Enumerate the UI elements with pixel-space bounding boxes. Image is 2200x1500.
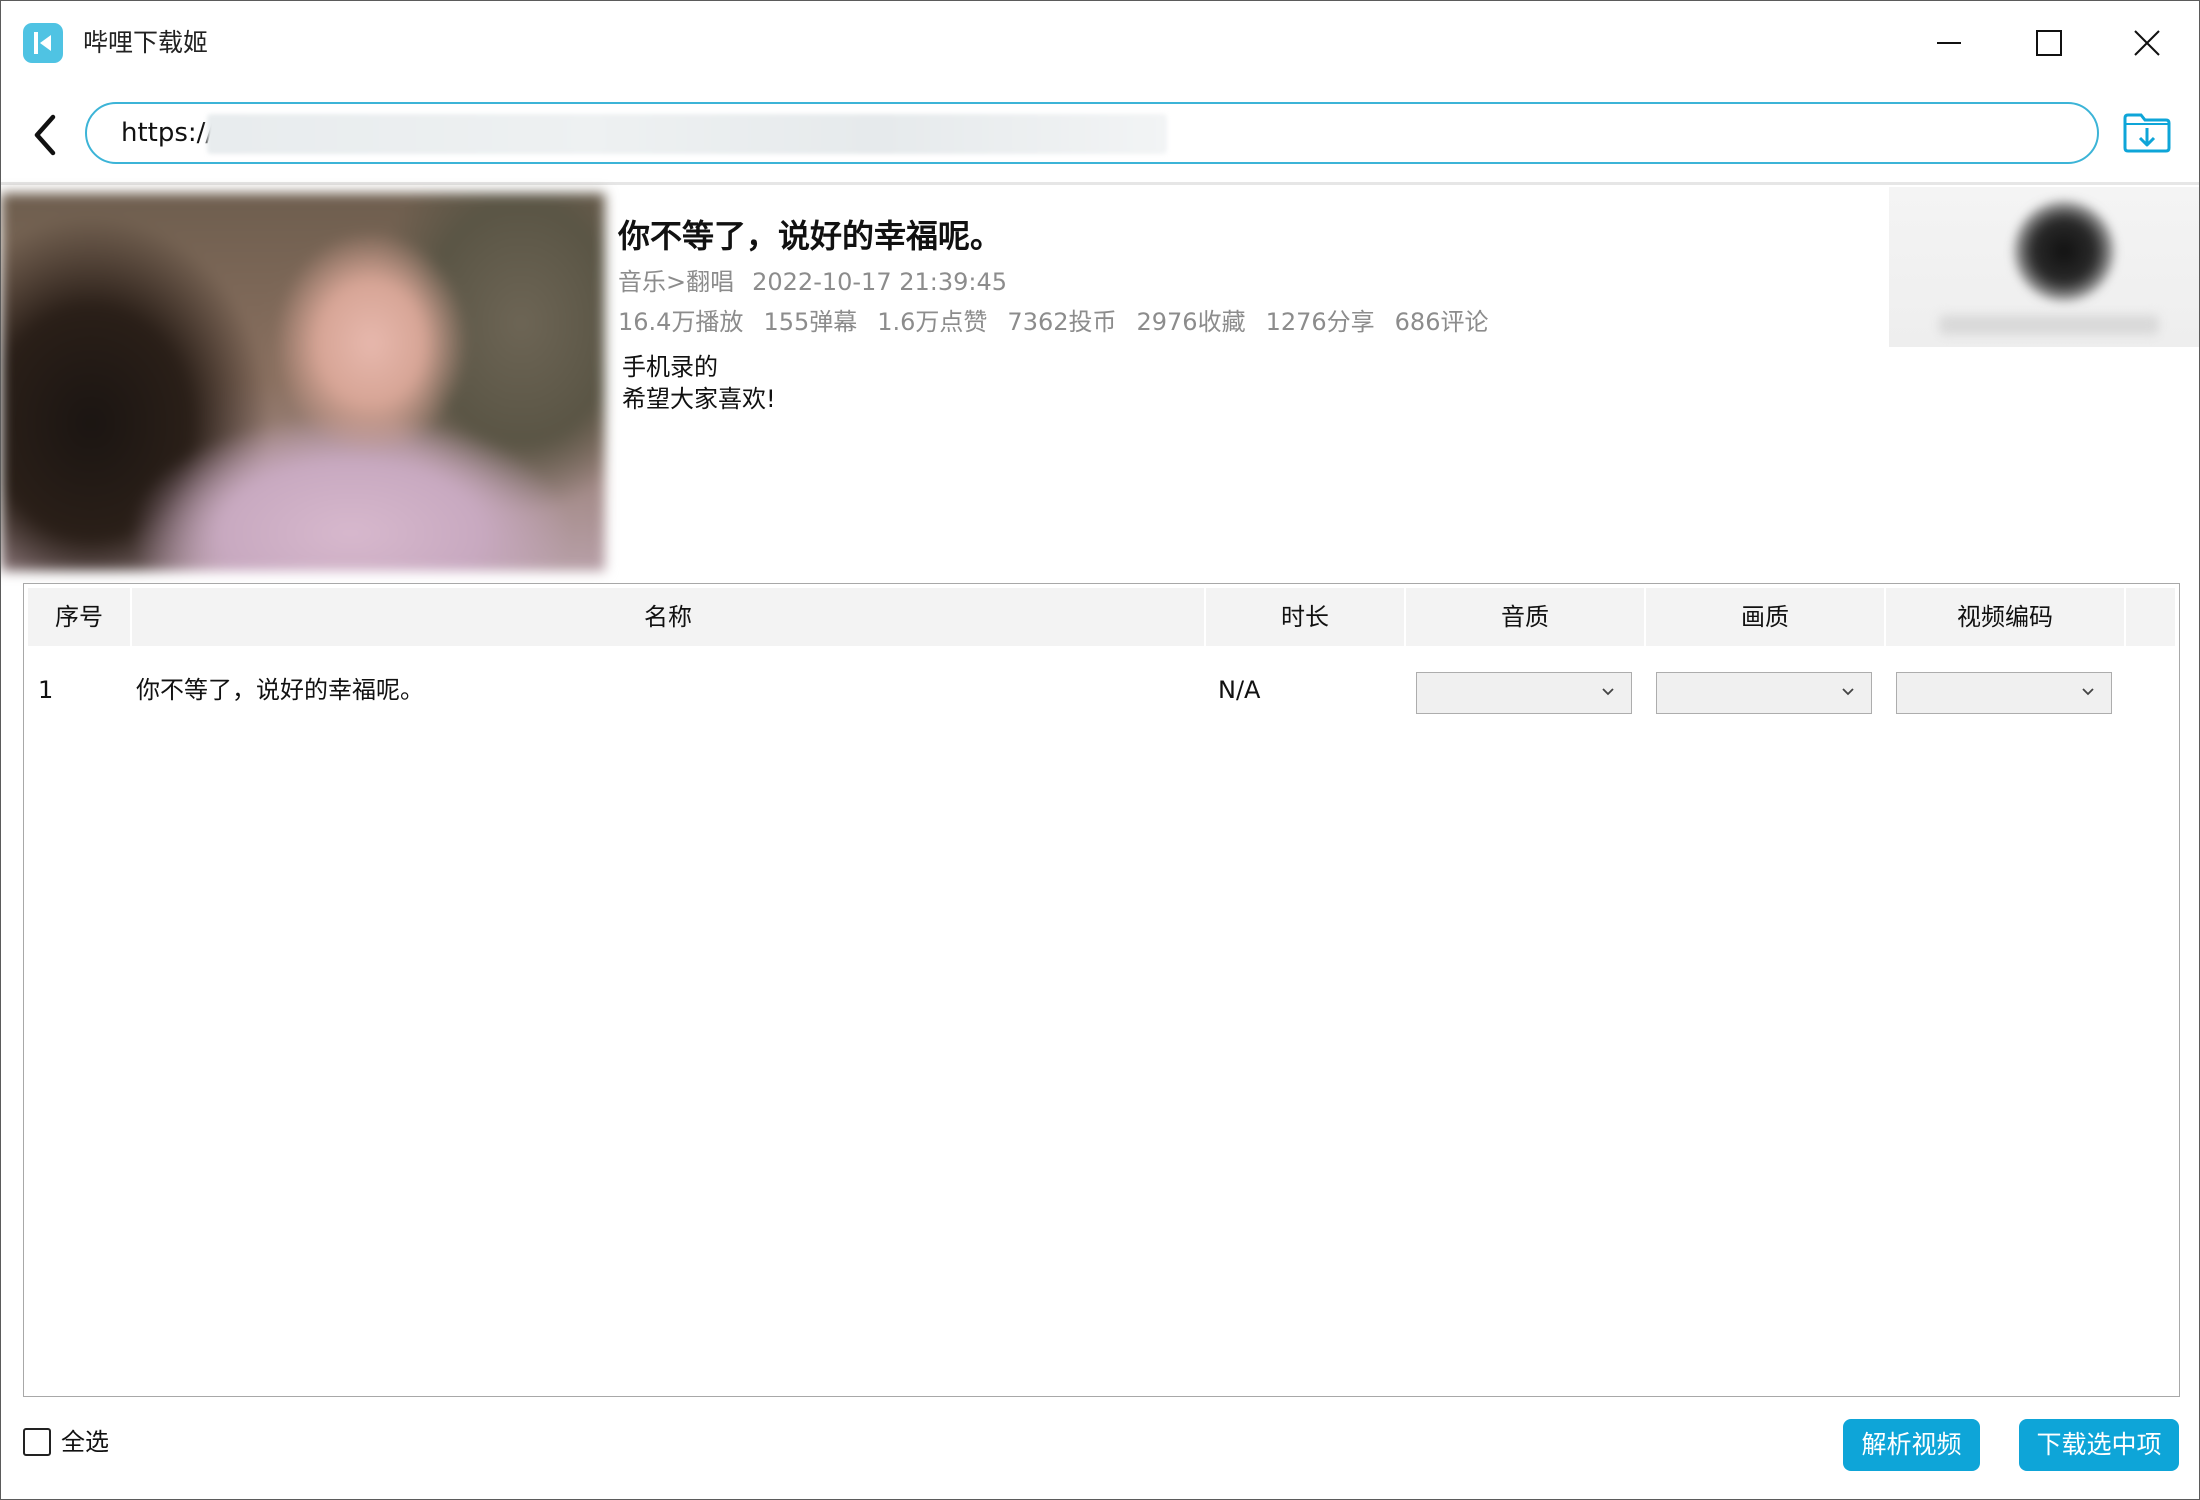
column-header-video-quality[interactable]: 画质 — [1646, 588, 1884, 646]
close-button[interactable] — [2117, 19, 2177, 67]
chevron-down-icon — [1842, 688, 1854, 696]
avatar[interactable] — [2014, 201, 2114, 301]
minimize-icon — [1937, 42, 1961, 44]
column-header-name[interactable]: 名称 — [132, 588, 1204, 646]
video-publish-time: 2022-10-17 21:39:45 — [752, 268, 1008, 296]
close-icon — [2134, 30, 2160, 56]
url-input[interactable]: https:// — [85, 102, 2099, 164]
back-button[interactable] — [25, 111, 65, 159]
select-all-label[interactable]: 全选 — [61, 1425, 109, 1459]
column-header-index[interactable]: 序号 — [28, 588, 130, 646]
column-divider[interactable] — [2124, 588, 2126, 646]
download-folder-button[interactable] — [2121, 108, 2173, 156]
header-divider — [1, 182, 2199, 185]
video-stats: 16.4万播放 155弹幕 1.6万点赞 7362投币 2976收藏 1276分享 686评… — [618, 305, 1508, 339]
uploader-panel[interactable] — [1889, 187, 2199, 347]
chevron-down-icon — [1602, 688, 1614, 696]
column-header-video-codec[interactable]: 视频编码 — [1886, 588, 2124, 646]
download-folder-icon — [2123, 113, 2171, 153]
app-logo-icon — [23, 23, 63, 63]
checkbox[interactable] — [23, 1428, 51, 1456]
stat-coins: 7362投币 — [1007, 308, 1117, 336]
audio-quality-select[interactable] — [1416, 672, 1632, 714]
table-row[interactable]: 1 你不等了，说好的幸福呢。 N/A — [28, 646, 2175, 734]
url-input-value[interactable]: https:// — [121, 116, 214, 150]
stat-comments: 686评论 — [1394, 308, 1489, 336]
window-title: 哔哩下载姬 — [83, 28, 209, 57]
url-redacted-region — [207, 114, 1167, 154]
video-description: 手机录的 希望大家喜欢! — [622, 353, 776, 413]
stat-shares: 1276分享 — [1265, 308, 1375, 336]
stat-plays: 16.4万播放 — [618, 308, 744, 336]
row-name: 你不等了，说好的幸福呢。 — [136, 676, 424, 704]
video-category: 音乐>翻唱 — [618, 268, 735, 296]
video-codec-select[interactable] — [1896, 672, 2112, 714]
app-window: 哔哩下载姬 https:// 你不等了，说好的幸福呢。 音乐>翻唱 2022-1… — [0, 0, 2200, 1500]
video-cover-image — [1, 193, 605, 571]
stat-danmaku: 155弹幕 — [763, 308, 858, 336]
parse-video-button[interactable]: 解析视频 — [1843, 1419, 1980, 1471]
minimize-button[interactable] — [1919, 19, 1979, 67]
video-meta: 音乐>翻唱 2022-10-17 21:39:45 — [618, 265, 1025, 299]
maximize-icon — [2036, 30, 2062, 56]
column-header-duration[interactable]: 时长 — [1206, 588, 1404, 646]
video-quality-select[interactable] — [1656, 672, 1872, 714]
video-list-table: 序号 名称 时长 音质 画质 视频编码 1 你不等了，说好的幸福呢。 N/A — [23, 583, 2180, 1397]
stat-likes: 1.6万点赞 — [877, 308, 988, 336]
maximize-button[interactable] — [2019, 19, 2079, 67]
download-selected-button[interactable]: 下载选中项 — [2019, 1419, 2179, 1471]
stat-favorites: 2976收藏 — [1136, 308, 1246, 336]
row-index: 1 — [38, 676, 54, 704]
video-title: 你不等了，说好的幸福呢。 — [618, 217, 1003, 255]
chevron-down-icon — [2082, 688, 2094, 696]
chevron-left-icon — [34, 114, 56, 156]
title-bar: 哔哩下载姬 — [1, 1, 2199, 85]
table-header: 序号 名称 时长 音质 画质 视频编码 — [28, 588, 2175, 646]
row-duration: N/A — [1218, 676, 1261, 704]
column-header-audio-quality[interactable]: 音质 — [1406, 588, 1644, 646]
uploader-name-redacted — [1939, 315, 2159, 335]
